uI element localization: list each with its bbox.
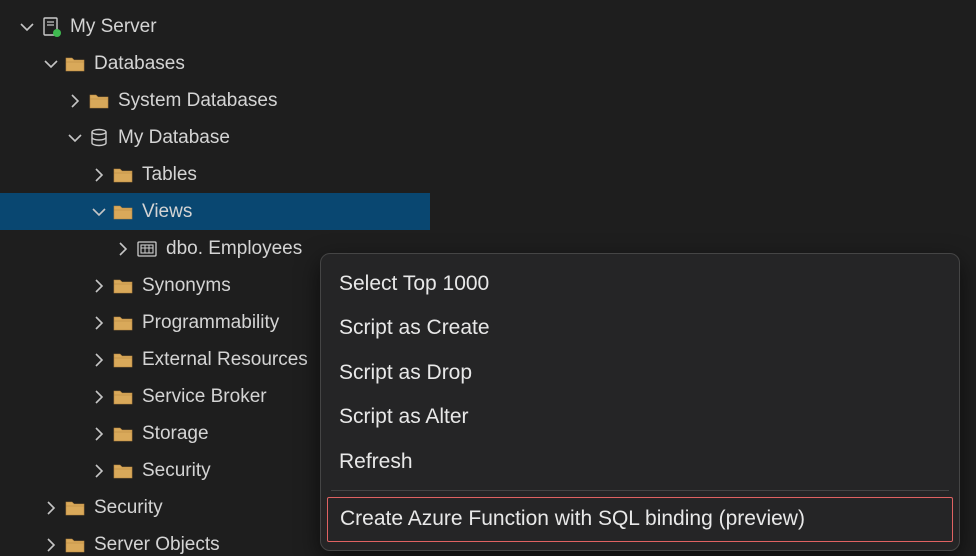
tree-label: Security <box>142 460 211 482</box>
tree-label: Server Objects <box>94 534 220 556</box>
chevron-right-icon[interactable] <box>42 499 60 517</box>
tree-label: Tables <box>142 164 197 186</box>
folder-icon <box>112 386 134 408</box>
chevron-right-icon[interactable] <box>90 388 108 406</box>
folder-icon <box>112 164 134 186</box>
tree-label: Views <box>142 201 192 223</box>
folder-icon <box>64 53 86 75</box>
folder-icon <box>112 201 134 223</box>
menu-item-script-create[interactable]: Script as Create <box>321 306 959 350</box>
tree-item-my-database[interactable]: My Database <box>0 119 430 156</box>
chevron-right-icon[interactable] <box>90 314 108 332</box>
database-icon <box>88 127 110 149</box>
chevron-right-icon[interactable] <box>90 277 108 295</box>
tree-label: Service Broker <box>142 386 267 408</box>
chevron-right-icon[interactable] <box>90 462 108 480</box>
chevron-down-icon[interactable] <box>66 129 84 147</box>
tree-item-system-databases[interactable]: System Databases <box>0 82 430 119</box>
tree-label: My Database <box>118 127 230 149</box>
chevron-down-icon[interactable] <box>42 55 60 73</box>
chevron-right-icon[interactable] <box>90 425 108 443</box>
chevron-right-icon[interactable] <box>42 536 60 554</box>
tree-label: Storage <box>142 423 209 445</box>
tree-item-tables[interactable]: Tables <box>0 156 430 193</box>
chevron-right-icon[interactable] <box>90 166 108 184</box>
tree-item-databases[interactable]: Databases <box>0 45 430 82</box>
tree-label: System Databases <box>118 90 277 112</box>
chevron-right-icon[interactable] <box>90 351 108 369</box>
server-icon <box>40 16 62 38</box>
menu-separator <box>331 490 949 491</box>
tree-label: Synonyms <box>142 275 231 297</box>
context-menu: Select Top 1000 Script as Create Script … <box>320 253 960 551</box>
tree-item-views[interactable]: Views <box>0 193 430 230</box>
chevron-right-icon[interactable] <box>66 92 84 110</box>
folder-icon <box>112 312 134 334</box>
menu-item-script-alter[interactable]: Script as Alter <box>321 395 959 439</box>
tree-label: My Server <box>70 16 157 38</box>
menu-item-create-azure-function[interactable]: Create Azure Function with SQL binding (… <box>327 497 953 541</box>
menu-item-refresh[interactable]: Refresh <box>321 440 959 484</box>
tree-label: Databases <box>94 53 185 75</box>
folder-icon <box>64 534 86 556</box>
tree-label: Security <box>94 497 163 519</box>
chevron-down-icon[interactable] <box>18 18 36 36</box>
folder-icon <box>112 349 134 371</box>
tree-label: dbo. Employees <box>166 238 302 260</box>
folder-icon <box>88 90 110 112</box>
view-icon <box>136 238 158 260</box>
tree-label: External Resources <box>142 349 308 371</box>
folder-icon <box>64 497 86 519</box>
folder-icon <box>112 275 134 297</box>
folder-icon <box>112 460 134 482</box>
tree-label: Programmability <box>142 312 279 334</box>
tree-item-server[interactable]: My Server <box>0 8 430 45</box>
folder-icon <box>112 423 134 445</box>
chevron-down-icon[interactable] <box>90 203 108 221</box>
menu-item-select-top[interactable]: Select Top 1000 <box>321 262 959 306</box>
chevron-right-icon[interactable] <box>114 240 132 258</box>
menu-item-script-drop[interactable]: Script as Drop <box>321 351 959 395</box>
